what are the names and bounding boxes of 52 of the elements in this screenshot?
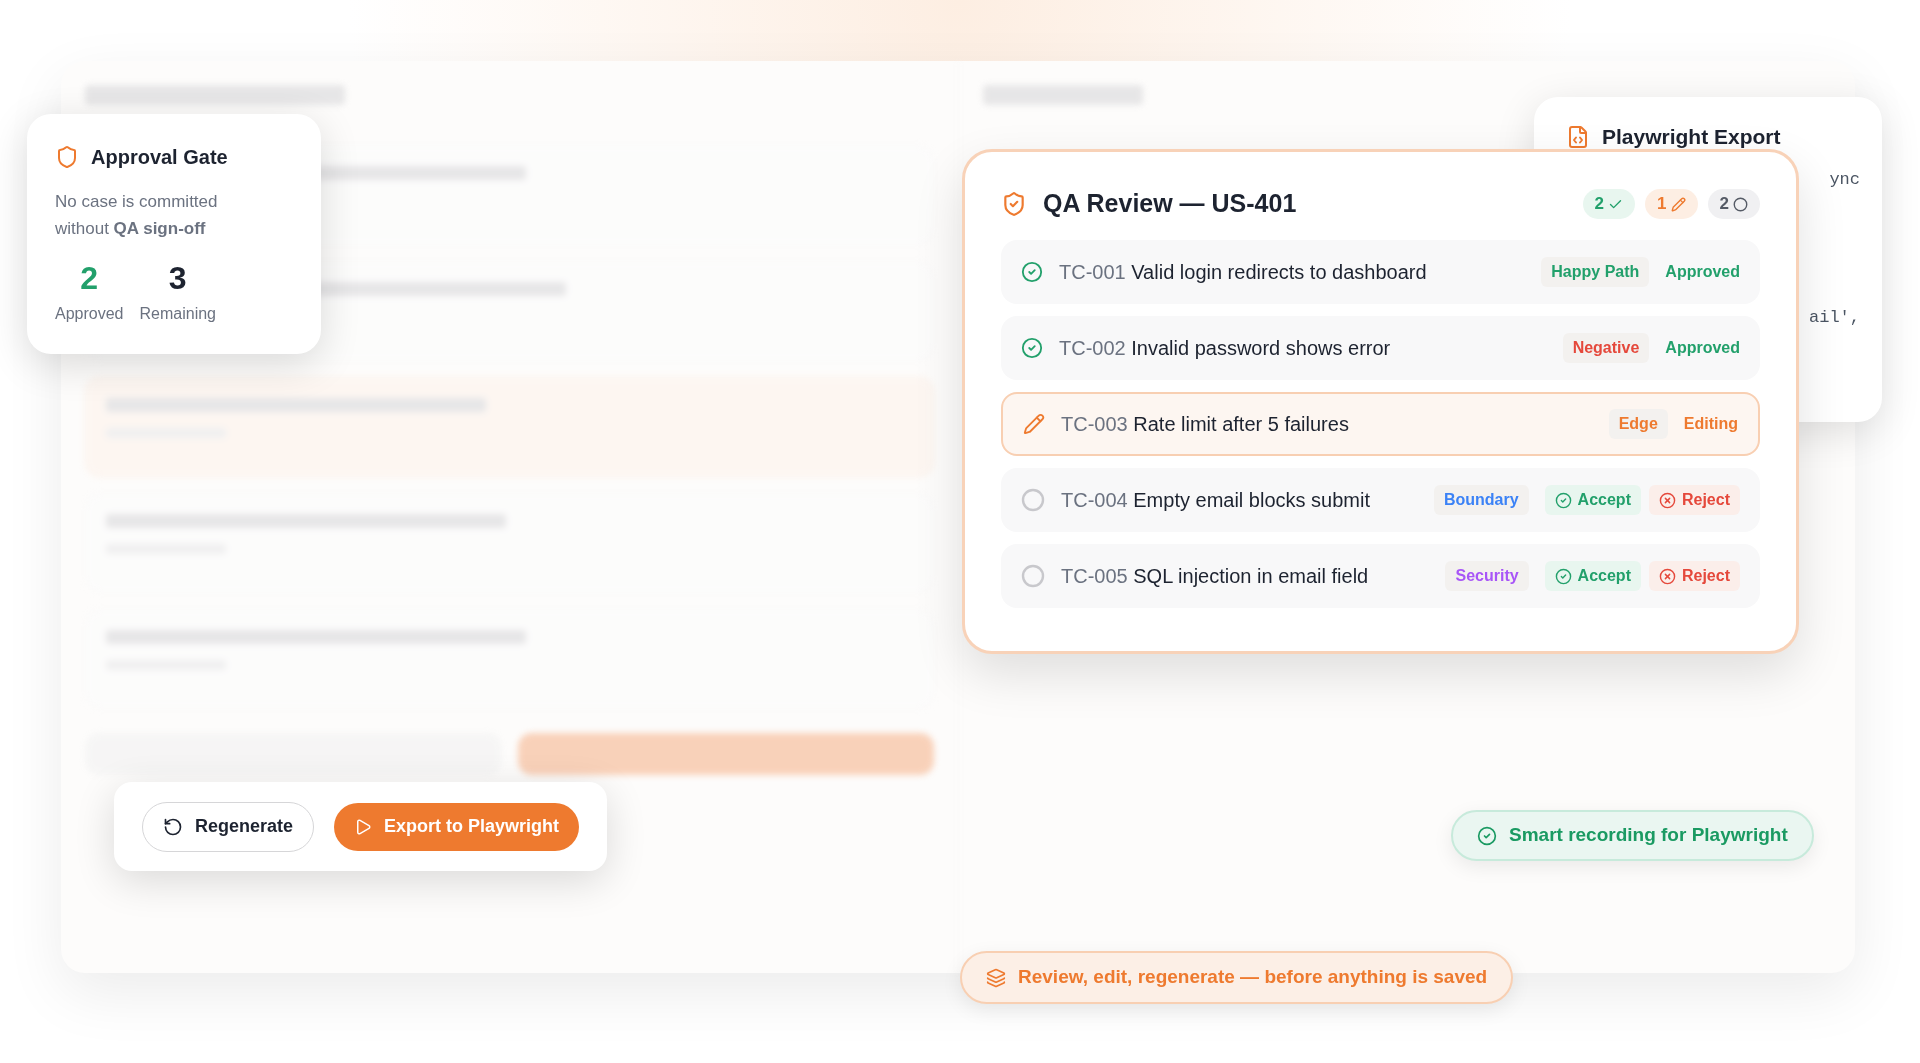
shield-icon <box>55 145 79 169</box>
test-case-row[interactable]: TC-004 Empty email blocks submit Boundary Accept Reject <box>1001 468 1760 532</box>
case-status: Approved <box>1665 262 1740 282</box>
stat-label: Approved <box>55 304 124 324</box>
pencil-icon <box>1023 413 1045 435</box>
case-tag: Boundary <box>1433 485 1529 515</box>
regenerate-button[interactable]: Regenerate <box>142 801 315 852</box>
x-circle-icon <box>1658 567 1676 585</box>
stat-value: 2 <box>80 259 99 298</box>
check-circle-icon <box>1477 825 1497 846</box>
code-line: ail', <box>1809 306 1860 329</box>
count-badge: 2 <box>1707 189 1760 219</box>
case-title: TC-004 Empty email blocks submit <box>1061 488 1370 513</box>
case-tag: Security <box>1445 561 1529 591</box>
case-title: TC-005 SQL injection in email field <box>1061 564 1369 589</box>
case-tag: Happy Path <box>1541 257 1650 287</box>
test-case-row[interactable]: TC-001 Valid login redirects to dashboard Happy Path Approved <box>1001 240 1760 304</box>
shield-check-icon <box>1001 191 1027 217</box>
case-title: TC-001 Valid login redirects to dashboard <box>1059 260 1427 285</box>
empty-circle-icon[interactable] <box>1021 564 1045 588</box>
case-title: TC-003 Rate limit after 5 failures <box>1061 412 1349 437</box>
count-badge: 1 <box>1645 189 1698 219</box>
layers-icon <box>986 967 1006 988</box>
case-title: TC-002 Invalid password shows error <box>1059 336 1391 361</box>
case-status: Approved <box>1665 338 1740 358</box>
card-title: Playwright Export <box>1602 124 1781 150</box>
check-circle-icon <box>1021 337 1043 359</box>
feature-pill: Review, edit, regenerate — before anything is saved <box>960 951 1514 1004</box>
play-icon <box>354 817 373 836</box>
check-circle-icon <box>1021 261 1043 283</box>
card-title: QA Review — US-401 <box>1043 188 1297 220</box>
check-circle-icon <box>1554 567 1572 585</box>
test-case-row[interactable]: TC-003 Rate limit after 5 failures Edge Editing <box>1001 392 1760 456</box>
pencil-icon <box>1670 196 1686 212</box>
x-circle-icon <box>1658 491 1676 509</box>
stat-value: 3 <box>168 259 187 298</box>
code-file-icon <box>1566 124 1590 149</box>
check-circle-icon <box>1554 491 1572 509</box>
test-case-row[interactable]: TC-002 Invalid password shows error Negative Approved <box>1001 316 1760 380</box>
circle-icon <box>1733 196 1748 212</box>
feature-pill: Smart recording for Playwright <box>1451 810 1814 861</box>
code-line: ync <box>1829 169 1860 191</box>
card-title: Approval Gate <box>91 145 228 170</box>
case-status: Editing <box>1683 414 1738 434</box>
count-badge: 2 <box>1582 189 1636 219</box>
case-tag: Edge <box>1608 409 1668 439</box>
rotate-icon <box>163 816 183 837</box>
case-tag: Negative <box>1562 333 1650 363</box>
card-description: No case is committed without QA sign-off <box>55 191 219 240</box>
empty-circle-icon[interactable] <box>1021 488 1045 512</box>
stat-label: Remaining <box>139 304 216 324</box>
test-case-row[interactable]: TC-005 SQL injection in email field Security Accept Reject <box>1001 544 1760 608</box>
